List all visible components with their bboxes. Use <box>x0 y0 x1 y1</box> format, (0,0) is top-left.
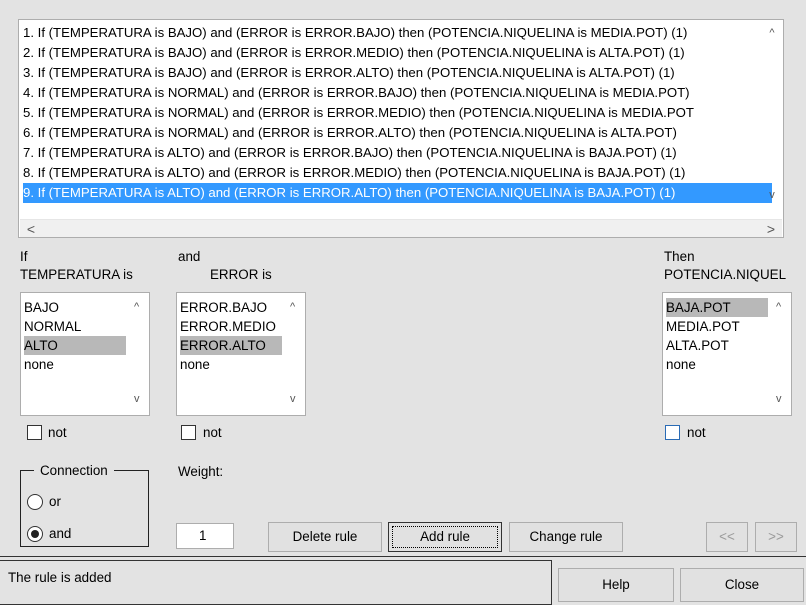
scroll-up-icon[interactable]: ^ <box>134 301 139 313</box>
input2-prefix-label: and <box>178 249 201 264</box>
output-mf-list[interactable]: BAJA.POT MEDIA.POT ALTA.POT none ^ v <box>662 292 792 416</box>
output-option[interactable]: MEDIA.POT <box>666 317 740 336</box>
input2-mf-list[interactable]: ERROR.BAJO ERROR.MEDIO ERROR.ALTO none ^… <box>176 292 306 416</box>
or-radio[interactable] <box>27 494 43 510</box>
output-not-checkbox[interactable] <box>665 425 680 440</box>
output-option[interactable]: ALTA.POT <box>666 336 729 355</box>
input2-not-checkbox[interactable] <box>181 425 196 440</box>
rule-item[interactable]: 8. If (TEMPERATURA is ALTO) and (ERROR i… <box>23 163 689 183</box>
output-not-label: not <box>687 425 706 440</box>
weight-input[interactable]: 1 <box>176 523 234 549</box>
rule-item[interactable]: 5. If (TEMPERATURA is NORMAL) and (ERROR… <box>23 103 698 123</box>
rule-item[interactable]: 6. If (TEMPERATURA is NORMAL) and (ERROR… <box>23 123 681 143</box>
or-radio-label: or <box>49 494 61 509</box>
scroll-up-icon[interactable]: ^ <box>765 26 779 40</box>
rule-item[interactable]: 2. If (TEMPERATURA is BAJO) and (ERROR i… <box>23 43 689 63</box>
add-rule-label: Add rule <box>420 529 470 544</box>
rule-item[interactable]: 9. If (TEMPERATURA is ALTO) and (ERROR i… <box>23 183 772 203</box>
input2-not-label: not <box>203 425 222 440</box>
input1-option[interactable]: BAJO <box>24 298 59 317</box>
input2-option[interactable]: ERROR.BAJO <box>180 298 267 317</box>
scroll-right-icon[interactable]: > <box>764 222 778 236</box>
input2-name-label: ERROR is <box>210 267 272 282</box>
input2-option[interactable]: none <box>180 355 210 374</box>
rule-item[interactable]: 4. If (TEMPERATURA is NORMAL) and (ERROR… <box>23 83 694 103</box>
scroll-down-icon[interactable]: v <box>134 393 140 405</box>
and-radio[interactable] <box>27 526 43 542</box>
horizontal-scrollbar[interactable]: < > <box>20 219 782 237</box>
add-rule-button[interactable]: Add rule <box>388 522 502 552</box>
scroll-down-icon[interactable]: v <box>290 393 296 405</box>
scroll-down-icon[interactable]: v <box>765 188 779 202</box>
scroll-left-icon[interactable]: < <box>24 222 38 236</box>
scroll-up-icon[interactable]: ^ <box>290 301 295 313</box>
and-radio-label: and <box>49 526 72 541</box>
connection-title: Connection <box>34 463 114 478</box>
scroll-up-icon[interactable]: ^ <box>776 301 781 313</box>
delete-rule-button[interactable]: Delete rule <box>268 522 382 552</box>
rule-item[interactable]: 7. If (TEMPERATURA is ALTO) and (ERROR i… <box>23 143 681 163</box>
output-name-label: POTENCIA.NIQUEL <box>664 267 787 282</box>
help-button[interactable]: Help <box>558 568 674 602</box>
radio-selected-dot <box>31 530 39 538</box>
previous-button[interactable]: << <box>706 522 748 552</box>
next-button[interactable]: >> <box>755 522 797 552</box>
input2-option[interactable]: ERROR.MEDIO <box>180 317 276 336</box>
input1-prefix-label: If <box>20 249 28 264</box>
separator-line <box>0 556 806 557</box>
output-prefix-label: Then <box>664 249 695 264</box>
input1-option-selected[interactable]: ALTO <box>24 336 126 355</box>
input2-option-selected[interactable]: ERROR.ALTO <box>180 336 282 355</box>
rules-list[interactable]: 1. If (TEMPERATURA is BAJO) and (ERROR i… <box>18 19 784 238</box>
output-option[interactable]: none <box>666 355 696 374</box>
change-rule-button[interactable]: Change rule <box>509 522 623 552</box>
input1-name-label: TEMPERATURA is <box>20 267 133 282</box>
input1-option[interactable]: NORMAL <box>24 317 81 336</box>
input1-not-label: not <box>48 425 67 440</box>
input1-mf-list[interactable]: BAJO NORMAL ALTO none ^ v <box>20 292 150 416</box>
close-button[interactable]: Close <box>680 568 804 602</box>
status-text: The rule is added <box>8 570 112 585</box>
input1-not-checkbox[interactable] <box>27 425 42 440</box>
output-option-selected[interactable]: BAJA.POT <box>666 298 768 317</box>
scroll-down-icon[interactable]: v <box>776 393 782 405</box>
rule-item[interactable]: 3. If (TEMPERATURA is BAJO) and (ERROR i… <box>23 63 679 83</box>
weight-label: Weight: <box>178 464 224 479</box>
input1-option[interactable]: none <box>24 355 54 374</box>
rule-item[interactable]: 1. If (TEMPERATURA is BAJO) and (ERROR i… <box>23 23 691 43</box>
